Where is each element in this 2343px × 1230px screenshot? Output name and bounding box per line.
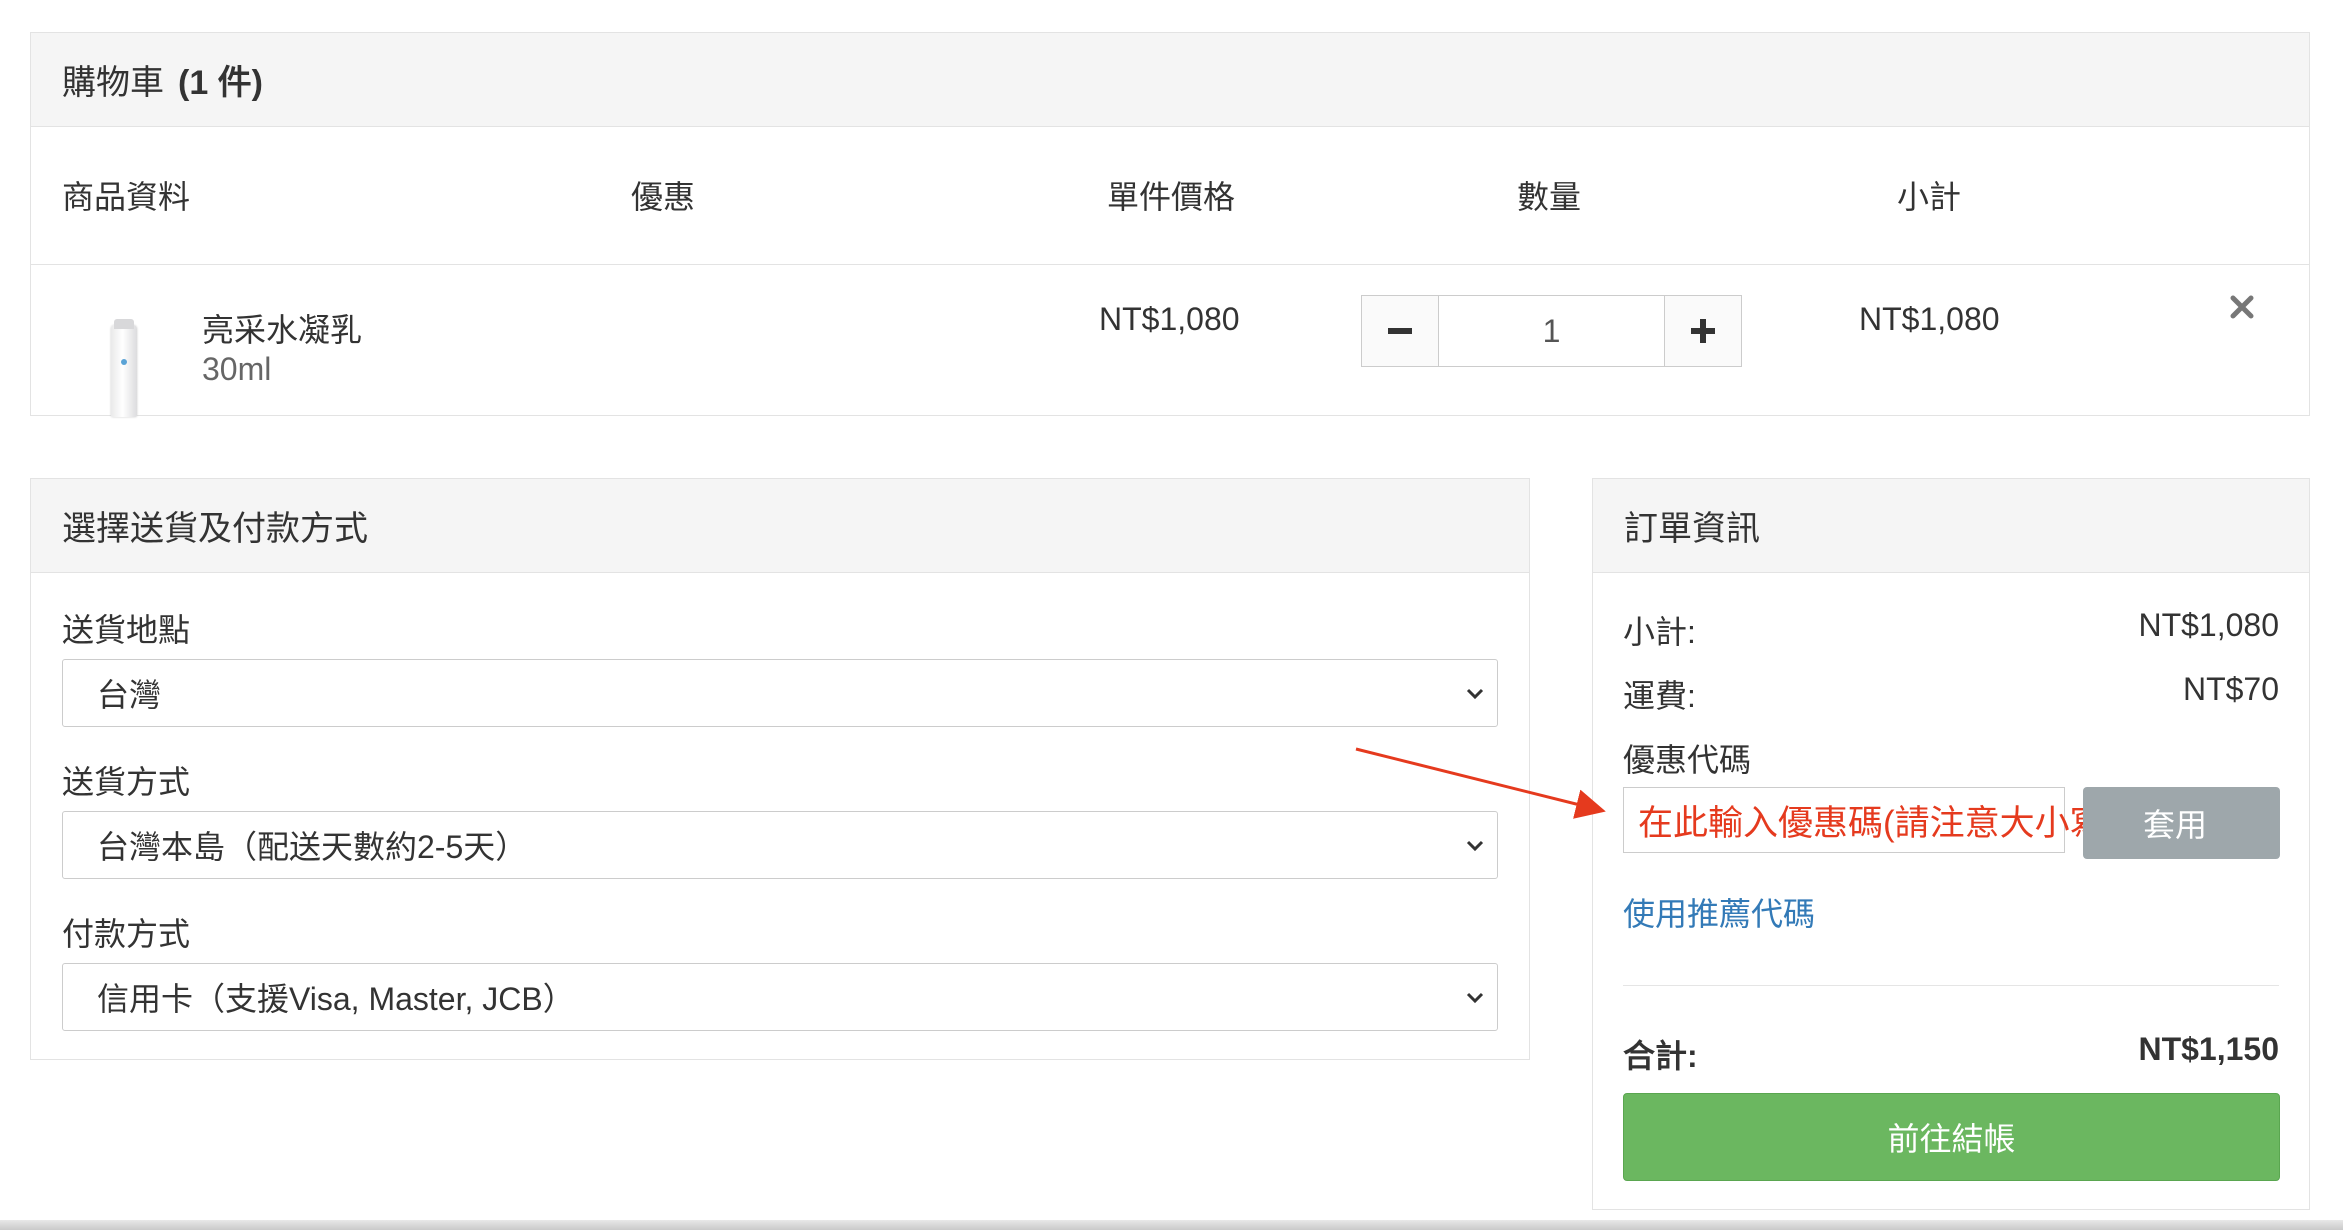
subtotal-label: 小計: (1623, 614, 1696, 650)
checkout-button[interactable]: 前往結帳 (1623, 1093, 2280, 1181)
increase-button[interactable] (1664, 295, 1742, 367)
chevron-down-icon (1466, 992, 1484, 1004)
subtotal-row: 小計: NT$1,080 (1623, 607, 2279, 653)
remove-item-button[interactable] (2229, 287, 2255, 329)
referral-code-link[interactable]: 使用推薦代碼 (1623, 889, 1815, 935)
coupon-label-row: 優惠代碼 (1623, 735, 2279, 781)
cart-table-header: 商品資料 優惠 單件價格 數量 小計 (31, 127, 2309, 265)
divider (1623, 985, 2279, 986)
shipping-fee-value: NT$70 (2182, 671, 2279, 707)
table-row: 亮采水凝乳 30ml NT$1,080 1 NT$1,080 (31, 265, 2309, 417)
col-product: 商品資料 (62, 179, 191, 215)
shipping-heading: 選擇送貨及付款方式 (31, 479, 1529, 573)
subtotal-value: NT$1,080 (2138, 607, 2279, 643)
total-value: NT$1,150 (2138, 1031, 2279, 1067)
order-title: 訂單資訊 (1624, 510, 1760, 548)
payment-label: 付款方式 (62, 916, 191, 952)
chevron-down-icon (1466, 840, 1484, 852)
payment-value: 信用卡（支援Visa, Master, JCB） (97, 981, 575, 1017)
window-bottom-edge (0, 1220, 2343, 1230)
quantity-stepper: 1 (1361, 295, 1742, 367)
product-name[interactable]: 亮采水凝乳 (202, 305, 362, 351)
cart-heading: 購物車 (1 件) (31, 33, 2309, 127)
method-value: 台灣本島（配送天數約2-5天） (97, 829, 528, 865)
col-unit-price: 單件價格 (1107, 179, 1236, 215)
payment-select[interactable]: 信用卡（支援Visa, Master, JCB） (62, 963, 1498, 1031)
col-discount: 優惠 (631, 179, 696, 215)
method-select[interactable]: 台灣本島（配送天數約2-5天） (62, 811, 1498, 879)
product-variant: 30ml (202, 351, 272, 387)
total-row: 合計: NT$1,150 (1623, 1031, 2279, 1077)
shipping-fee-label: 運費: (1623, 678, 1696, 714)
shipping-title: 選擇送貨及付款方式 (62, 510, 368, 548)
coupon-label: 優惠代碼 (1623, 742, 1752, 778)
close-icon (2230, 295, 2254, 319)
quantity-input[interactable]: 1 (1439, 295, 1664, 367)
method-label: 送貨方式 (62, 764, 191, 800)
decrease-button[interactable] (1361, 295, 1439, 367)
cart-panel: 購物車 (1 件) 商品資料 優惠 單件價格 數量 小計 亮采水凝乳 30ml … (30, 32, 2310, 417)
total-label: 合計: (1623, 1038, 1698, 1074)
unit-price: NT$1,080 (1099, 301, 1240, 337)
product-image[interactable] (111, 319, 137, 417)
col-quantity: 數量 (1517, 179, 1582, 215)
minus-icon (1388, 328, 1412, 334)
chevron-down-icon (1466, 688, 1484, 700)
coupon-input[interactable]: 在此輸入優惠碼(請注意大小寫) (1623, 787, 2116, 853)
order-heading: 訂單資訊 (1593, 479, 2309, 573)
apply-coupon-button[interactable]: 套用 (2083, 787, 2280, 859)
line-subtotal: NT$1,080 (1859, 301, 2000, 337)
location-select[interactable]: 台灣 (62, 659, 1498, 727)
shipping-fee-row: 運費: NT$70 (1623, 671, 2279, 717)
cart-title: 購物車 (62, 64, 164, 102)
location-value: 台灣 (97, 677, 162, 713)
location-label: 送貨地點 (62, 612, 191, 648)
plus-icon (1691, 319, 1715, 343)
col-subtotal: 小計 (1897, 179, 1962, 215)
shipping-payment-panel: 選擇送貨及付款方式 送貨地點 台灣 送貨方式 台灣本島（配送天數約2-5天） 付… (30, 478, 1530, 1060)
order-info-panel: 訂單資訊 小計: NT$1,080 運費: NT$70 優惠代碼 在此輸入優惠碼… (1592, 478, 2310, 1210)
cart-count: (1 件) (178, 64, 263, 102)
